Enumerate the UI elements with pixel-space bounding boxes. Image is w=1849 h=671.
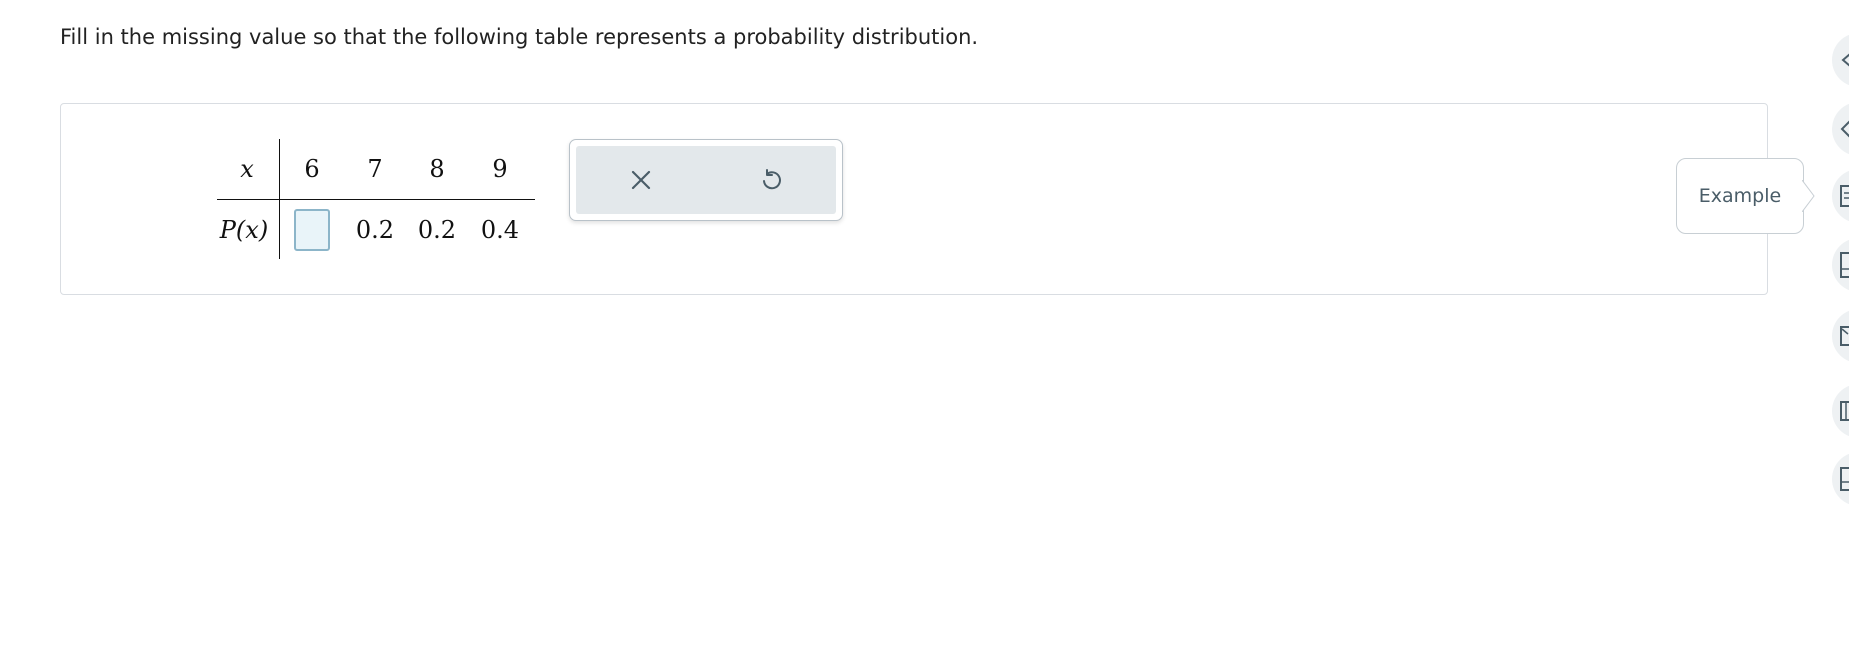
rail-button-6[interactable] — [1832, 384, 1849, 438]
rail-button-2[interactable] — [1832, 102, 1849, 156]
undo-button[interactable] — [741, 155, 801, 205]
probability-table: x 6 7 8 9 P(x) 0.2 0.2 0.4 — [217, 139, 535, 259]
close-icon — [631, 170, 651, 190]
x-value-9: 9 — [492, 155, 508, 183]
question-text: Fill in the missing value so that the fo… — [60, 25, 979, 49]
p-value-8: 0.2 — [417, 216, 457, 244]
rail-button-4[interactable] — [1832, 238, 1849, 292]
x-value-7: 7 — [367, 155, 383, 183]
clear-button[interactable] — [611, 155, 671, 205]
answer-tools — [569, 139, 843, 221]
rail-icon-6 — [1840, 401, 1849, 421]
example-label: Example — [1698, 185, 1782, 207]
x-value-8: 8 — [429, 155, 445, 183]
rail-button-5[interactable] — [1832, 309, 1849, 363]
p-value-7: 0.2 — [355, 216, 395, 244]
rail-icon-1 — [1841, 53, 1849, 67]
rail-icon-4 — [1840, 252, 1849, 278]
x-value-6: 6 — [304, 155, 320, 183]
row-header-x: x — [240, 155, 254, 183]
p-value-9: 0.4 — [480, 216, 520, 244]
row-header-px: P(x) — [219, 216, 269, 244]
example-button[interactable]: Example — [1676, 158, 1804, 234]
rail-button-1[interactable] — [1832, 33, 1849, 87]
missing-probability-input[interactable] — [294, 209, 330, 251]
rail-icon-3 — [1840, 185, 1849, 207]
rail-icon-2 — [1840, 120, 1849, 138]
rail-button-3[interactable] — [1832, 169, 1849, 223]
answer-tools-bar — [576, 146, 836, 214]
rail-icon-7 — [1840, 467, 1849, 491]
undo-icon — [763, 169, 781, 190]
rail-button-7[interactable] — [1832, 452, 1849, 506]
rail-icon-5 — [1840, 326, 1849, 346]
table-horizontal-divider — [217, 199, 535, 200]
example-pointer-icon — [1802, 180, 1815, 212]
answer-panel: x 6 7 8 9 P(x) 0.2 0.2 0.4 — [60, 103, 1768, 295]
